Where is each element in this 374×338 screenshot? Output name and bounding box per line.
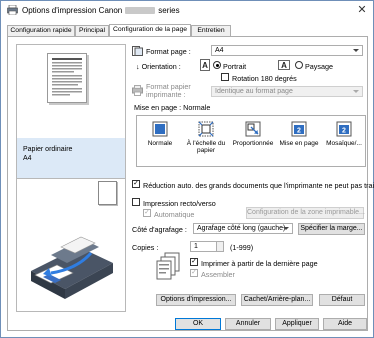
layout-value: Normale bbox=[183, 103, 211, 112]
page-size-dropdown[interactable]: A4 bbox=[211, 45, 363, 56]
landscape-radio[interactable] bbox=[295, 61, 303, 69]
redacted-model-name bbox=[125, 7, 156, 14]
close-icon: ✕ bbox=[357, 4, 367, 16]
copies-spinbox[interactable]: 1 bbox=[190, 241, 224, 252]
help-button[interactable]: Aide bbox=[323, 318, 367, 330]
preview-pane: Papier ordinaire A4 bbox=[16, 44, 126, 312]
auto-reduce-checkbox[interactable]: ✓ bbox=[132, 180, 140, 188]
layout-option-page-layout[interactable]: 2 Mise en page bbox=[277, 116, 321, 166]
preview-divider bbox=[17, 178, 125, 179]
stapling-side-dropdown[interactable]: Agrafage côté long (gauche) bbox=[193, 223, 293, 234]
page-lines-icon bbox=[52, 58, 82, 96]
chevron-down-icon bbox=[353, 49, 359, 52]
collate-label: Assembler bbox=[201, 270, 235, 279]
layout-option-label: Mosaïque/... bbox=[326, 140, 362, 147]
paper-info-area: Papier ordinaire A4 bbox=[17, 138, 125, 178]
page-setup-panel: Papier ordinaire A4 Format page: A4 ↓ O… bbox=[7, 36, 374, 331]
svg-text:2: 2 bbox=[342, 128, 346, 135]
orientation-label: ↓ Orientation : bbox=[136, 62, 181, 71]
print-options-button[interactable]: Options d'impression... bbox=[156, 294, 236, 306]
layout-option-normal[interactable]: Normale bbox=[138, 116, 182, 166]
window-title-prefix: Options d'impression Canon bbox=[22, 6, 123, 15]
defaults-button[interactable]: Défaut bbox=[319, 294, 365, 306]
layout-option-label: Normale bbox=[138, 140, 182, 147]
duplex-checkbox[interactable] bbox=[132, 198, 140, 206]
page-size-icon bbox=[132, 46, 143, 56]
printable-area-button[interactable]: Configuration de la zone imprimable... bbox=[246, 207, 365, 219]
copies-down-button[interactable] bbox=[216, 246, 223, 251]
printer-app-icon bbox=[7, 5, 18, 15]
paper-info: Papier ordinaire A4 bbox=[23, 145, 72, 163]
paper-orientation-icon bbox=[98, 181, 117, 205]
scaled-icon bbox=[245, 121, 261, 137]
printer-paper-dropdown[interactable]: Identique au format page bbox=[211, 86, 363, 97]
title-bar[interactable]: Options d'impression Canon series ✕ bbox=[1, 1, 373, 20]
svg-text:2: 2 bbox=[297, 128, 301, 135]
portrait-label: Portrait bbox=[223, 62, 247, 71]
page-thumbnail bbox=[47, 53, 87, 103]
copies-value: 1 bbox=[194, 243, 198, 250]
collate-checkbox[interactable]: ✓ bbox=[190, 269, 198, 277]
copies-range-label: (1-999) bbox=[230, 243, 254, 252]
page-preview-area bbox=[17, 45, 125, 138]
tab-maintenance[interactable]: Entretien bbox=[191, 25, 231, 36]
svg-text:A: A bbox=[202, 61, 208, 70]
cancel-button[interactable]: Annuler bbox=[225, 318, 271, 330]
stapling-side-value: Agrafage côté long (gauche) bbox=[197, 225, 286, 232]
layout-option-label: À l'échelle du papier bbox=[186, 140, 226, 154]
paper-type-text: Papier ordinaire bbox=[23, 146, 73, 153]
print-from-last-page-checkbox[interactable]: ✓ bbox=[190, 258, 198, 266]
layout-label-text: Mise en page : bbox=[134, 103, 182, 112]
automatic-label: Automatique bbox=[154, 210, 195, 219]
close-button[interactable]: ✕ bbox=[355, 3, 369, 17]
printer-illustration-icon bbox=[31, 236, 113, 299]
print-options-window: Options d'impression Canon series ✕ Confi… bbox=[0, 0, 374, 338]
normal-layout-icon bbox=[152, 121, 168, 137]
landscape-label: Paysage bbox=[305, 62, 333, 71]
tab-quick-setup[interactable]: Configuration rapide bbox=[7, 25, 75, 36]
layout-option-label: Proportionnée bbox=[232, 140, 274, 147]
duplex-label: Impression recto/verso bbox=[143, 199, 216, 208]
layout-option-fit-to-page[interactable]: À l'échelle du papier bbox=[183, 116, 229, 166]
print-from-last-page-label: Imprimer à partir de la dernière page bbox=[201, 259, 318, 268]
layout-label: Mise en page : Normale bbox=[134, 103, 210, 112]
printer-paper-value: Identique au format page bbox=[215, 88, 293, 95]
printer-paper-label: Format papier imprimante : bbox=[146, 82, 191, 99]
auto-reduce-label: Réduction auto. des grands documents que… bbox=[143, 181, 374, 190]
orientation-label-text: Orientation : bbox=[141, 62, 181, 71]
tab-page-setup[interactable]: Configuration de la page bbox=[109, 24, 191, 36]
portrait-radio[interactable] bbox=[213, 61, 221, 69]
page-size-value: A4 bbox=[215, 47, 224, 54]
page-layout-list: Normale À l'échelle du papier Proportion… bbox=[136, 115, 366, 167]
layout-option-label: Mise en page bbox=[279, 140, 319, 147]
stapling-side-label: Côté d'agrafage : bbox=[132, 225, 187, 234]
specify-margin-button[interactable]: Spécifier la marge... bbox=[298, 223, 365, 235]
chevron-down-icon bbox=[353, 90, 359, 93]
fit-to-page-icon bbox=[198, 121, 214, 137]
window-title-suffix: series bbox=[158, 6, 180, 15]
window-title: Options d'impression Canon series bbox=[22, 6, 180, 15]
rotate-180-checkbox[interactable] bbox=[221, 73, 229, 81]
tab-main[interactable]: Principal bbox=[75, 25, 109, 36]
tiling-icon: 2 bbox=[336, 121, 352, 137]
paper-size-text: A4 bbox=[23, 155, 32, 162]
automatic-checkbox[interactable]: ✓ bbox=[143, 209, 151, 217]
apply-button[interactable]: Appliquer bbox=[275, 318, 319, 330]
layout-option-scaled[interactable]: Proportionnée bbox=[230, 116, 276, 166]
portrait-icon: A bbox=[200, 59, 210, 71]
page-layout-icon: 2 bbox=[291, 121, 307, 137]
chevron-down-icon bbox=[283, 227, 289, 230]
stamp-background-button[interactable]: Cachet/Arrière-plan... bbox=[241, 294, 313, 306]
format-page-label: Format page : bbox=[146, 47, 191, 56]
printer-paper-icon bbox=[132, 85, 143, 96]
landscape-icon: A bbox=[278, 60, 290, 70]
copies-stack-icon bbox=[156, 252, 180, 280]
rotate-180-label: Rotation 180 degrés bbox=[232, 74, 297, 83]
ok-button[interactable]: OK bbox=[175, 318, 221, 330]
layout-option-tiling[interactable]: 2 Mosaïque/... bbox=[322, 116, 366, 166]
svg-text:A: A bbox=[281, 61, 287, 70]
